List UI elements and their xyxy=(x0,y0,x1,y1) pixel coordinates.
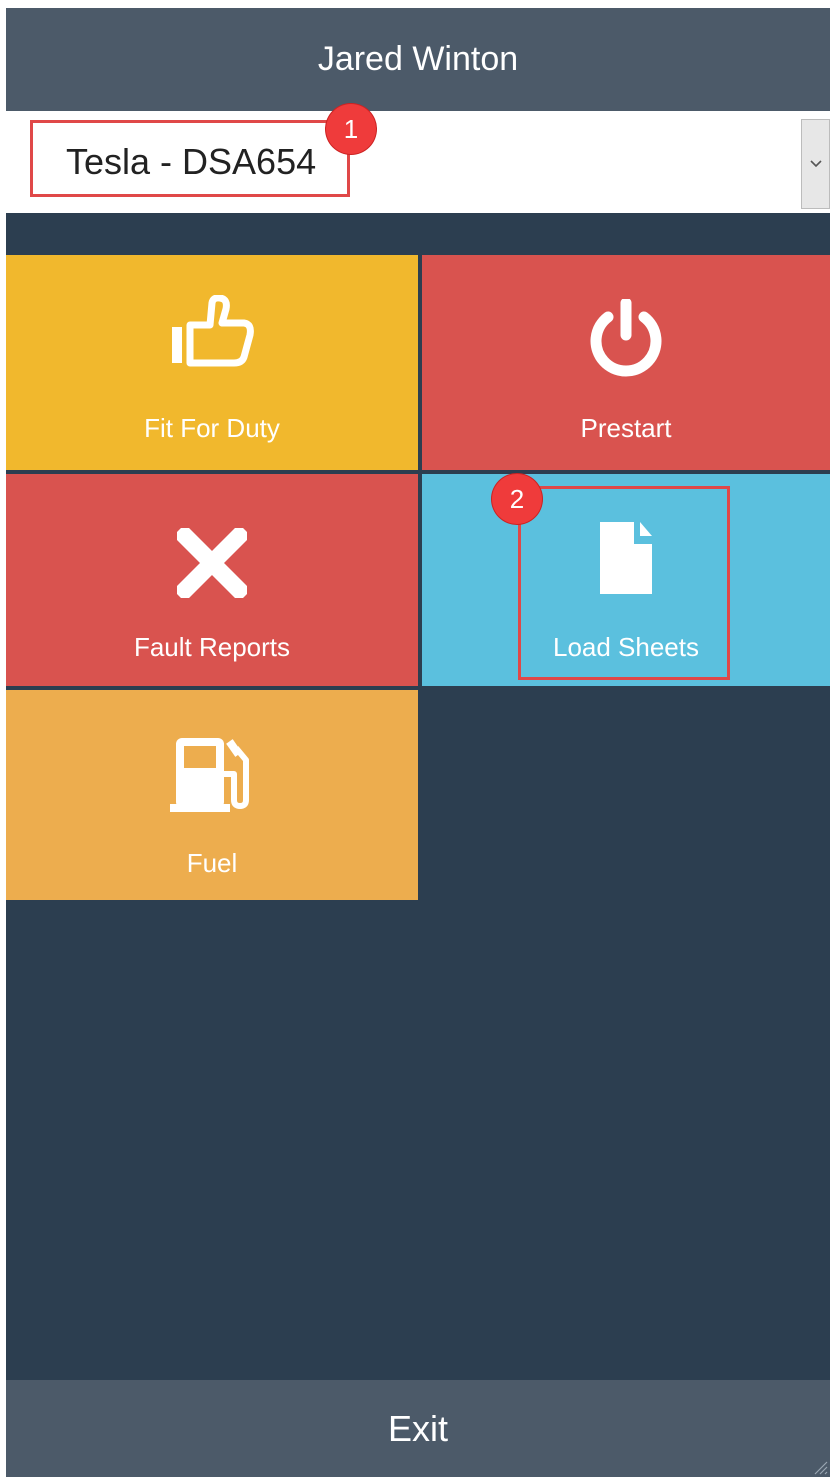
tile-fuel[interactable]: Fuel xyxy=(6,690,418,900)
annotation-badge: 2 xyxy=(492,474,542,524)
tile-label: Fault Reports xyxy=(133,632,291,662)
power-icon xyxy=(590,299,662,377)
thumbs-up-icon xyxy=(172,295,254,367)
chevron-down-icon xyxy=(809,160,822,168)
user-name: Jared Winton xyxy=(317,40,519,78)
tile-label: Fuel xyxy=(186,848,238,878)
fuel-pump-icon xyxy=(170,738,249,812)
dropdown-button[interactable] xyxy=(801,119,830,209)
annotation-box-load-sheets xyxy=(518,486,730,680)
tile-prestart[interactable]: Prestart xyxy=(422,255,830,470)
tile-label: Fit For Duty xyxy=(144,413,280,443)
close-icon xyxy=(177,528,247,598)
tile-label: Prestart xyxy=(580,413,672,443)
app-window: Jared Winton Tesla - DSA654 Fit For Duty… xyxy=(6,8,830,1477)
exit-button[interactable]: Exit xyxy=(6,1380,830,1477)
resize-grip-icon[interactable] xyxy=(810,1457,828,1475)
annotation-badge: 1 xyxy=(326,104,376,154)
annotation-box-vehicle-select xyxy=(30,120,350,197)
exit-label: Exit xyxy=(387,1407,448,1449)
tile-fit-for-duty[interactable]: Fit For Duty xyxy=(6,255,418,470)
tile-fault-reports[interactable]: Fault Reports xyxy=(6,474,418,686)
header-bar: Jared Winton xyxy=(6,8,830,111)
